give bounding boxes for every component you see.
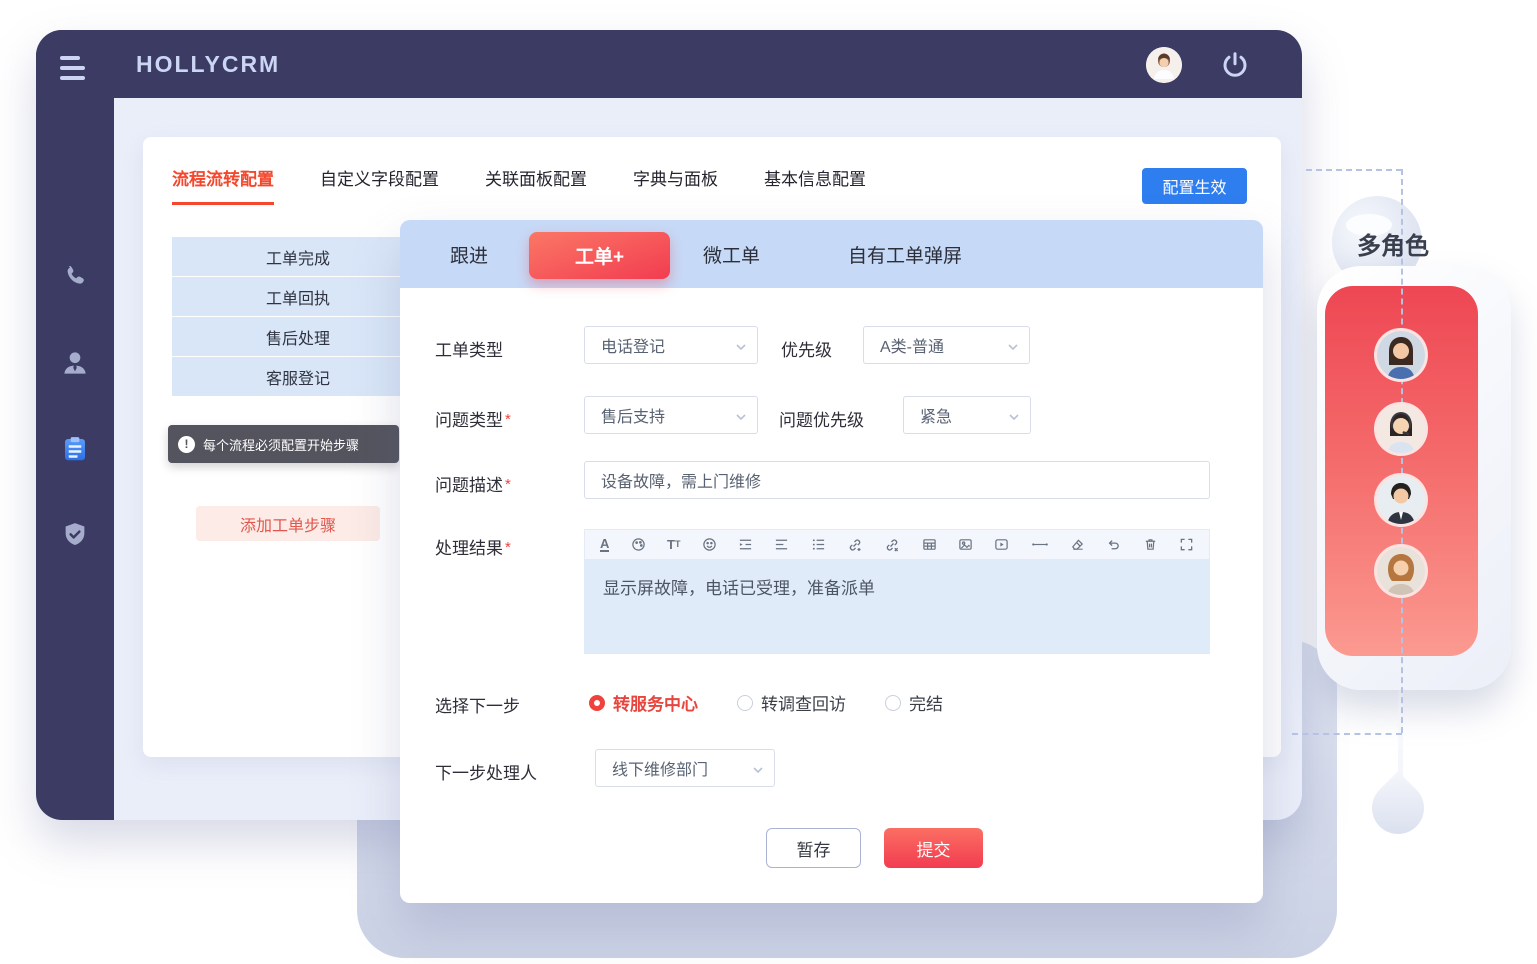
trash-icon[interactable]: [1143, 537, 1158, 552]
ticket-type-label: 工单类型: [435, 336, 503, 361]
indent-icon[interactable]: [738, 537, 753, 552]
issue-desc-label: 问题描述: [435, 471, 511, 496]
modal-tab-own-popup[interactable]: 自有工单弹屏: [848, 220, 962, 288]
radio-selected-icon: [589, 695, 605, 711]
radio-icon: [885, 695, 901, 711]
fullscreen-icon[interactable]: [1179, 537, 1194, 552]
role-avatar-4: [1374, 544, 1428, 598]
emoji-icon[interactable]: [702, 537, 717, 552]
modal-tab-ticket-active[interactable]: 工单+: [529, 232, 670, 279]
issue-priority-select[interactable]: 紧急: [903, 396, 1031, 434]
step-row-receipt[interactable]: 工单回执: [172, 277, 424, 316]
priority-label: 优先级: [781, 336, 832, 361]
phone-icon[interactable]: [58, 260, 92, 294]
menu-burger-icon[interactable]: [60, 56, 85, 80]
chevron-down-icon: [734, 340, 748, 354]
tab-linked-panel[interactable]: 关联面板配置: [485, 165, 587, 205]
chevron-down-icon: [734, 410, 748, 424]
image-icon[interactable]: [958, 537, 973, 552]
droplet-decoration: [1361, 771, 1435, 845]
role-avatar-3: [1374, 473, 1428, 527]
role-avatar-2: [1374, 402, 1428, 456]
table-icon[interactable]: [922, 537, 937, 552]
radio-service-center[interactable]: 转服务中心: [589, 690, 698, 715]
result-editor-body[interactable]: 显示屏故障，电话已受理，准备派单: [584, 559, 1210, 654]
result-label: 处理结果: [435, 534, 511, 559]
bullet-list-icon[interactable]: [811, 537, 826, 552]
font-size-icon[interactable]: TT: [667, 538, 680, 551]
next-step-radio-group: 转服务中心 转调查回访 完结: [589, 690, 943, 715]
undo-icon[interactable]: [1106, 537, 1121, 552]
apply-config-button[interactable]: 配置生效: [1142, 168, 1247, 204]
editor-toolbar: A TT: [584, 529, 1210, 559]
modal-tab-follow[interactable]: 跟进: [450, 220, 488, 288]
config-tab-bar: 流程流转配置 自定义字段配置 关联面板配置 字典与面板 基本信息配置: [172, 165, 866, 205]
issue-desc-input[interactable]: [584, 461, 1210, 499]
chevron-down-icon: [751, 763, 765, 777]
radio-finish[interactable]: 完结: [885, 690, 943, 715]
link-remove-icon[interactable]: [884, 537, 900, 553]
power-icon[interactable]: [1220, 50, 1250, 80]
save-draft-button[interactable]: 暂存: [766, 828, 861, 868]
flow-required-tooltip: ! 每个流程必须配置开始步骤: [168, 425, 399, 463]
add-step-button[interactable]: 添加工单步骤: [196, 506, 380, 541]
format-color-icon[interactable]: A: [600, 537, 609, 552]
shield-icon[interactable]: [58, 518, 92, 552]
brand-logo: HOLLYCRM: [136, 51, 280, 78]
submit-button[interactable]: 提交: [884, 828, 983, 868]
chevron-down-icon: [1006, 340, 1020, 354]
step-row-aftersale[interactable]: 售后处理: [172, 317, 424, 356]
issue-type-select[interactable]: 售后支持: [584, 396, 758, 434]
palette-icon[interactable]: [631, 537, 646, 552]
next-handler-select[interactable]: 线下维修部门: [595, 749, 775, 787]
modal-tab-micro-ticket[interactable]: 微工单: [703, 220, 760, 288]
customer-icon[interactable]: [58, 346, 92, 380]
worksheet-icon-active[interactable]: [58, 432, 92, 466]
result-editor[interactable]: A TT 显示屏故障，电话已受理，准备派单: [584, 529, 1210, 654]
dashed-line-bottom: [1292, 733, 1402, 735]
radio-icon: [737, 695, 753, 711]
tab-custom-fields[interactable]: 自定义字段配置: [320, 165, 439, 205]
ticket-type-select[interactable]: 电话登记: [584, 326, 758, 364]
divider-icon[interactable]: [1031, 537, 1049, 552]
role-avatar-1: [1374, 328, 1428, 382]
link-add-icon[interactable]: [847, 537, 863, 553]
chevron-down-icon: [1007, 410, 1021, 424]
workflow-step-list: 工单完成 工单回执 售后处理 客服登记: [172, 237, 424, 397]
next-step-label: 选择下一步: [435, 692, 520, 717]
radio-survey-callback[interactable]: 转调查回访: [737, 690, 846, 715]
tab-dictionary-panel[interactable]: 字典与面板: [633, 165, 718, 205]
step-row-complete[interactable]: 工单完成: [172, 237, 424, 276]
eraser-icon[interactable]: [1070, 537, 1085, 552]
issue-type-label: 问题类型: [435, 406, 511, 431]
video-icon[interactable]: [994, 537, 1009, 552]
ticket-modal: 跟进 工单+ 微工单 自有工单弹屏 工单类型 电话登记 优先级 A类-普通 问题…: [400, 220, 1263, 903]
priority-select[interactable]: A类-普通: [863, 326, 1030, 364]
issue-priority-label: 问题优先级: [779, 406, 864, 431]
multi-role-label: 多角色: [1357, 226, 1429, 261]
user-avatar[interactable]: [1146, 47, 1182, 83]
tab-flow-config[interactable]: 流程流转配置: [172, 165, 274, 205]
exclamation-icon: !: [178, 436, 195, 453]
dashed-line-top: [1306, 169, 1402, 171]
tab-basic-info[interactable]: 基本信息配置: [764, 165, 866, 205]
align-left-icon[interactable]: [774, 537, 789, 552]
next-handler-label: 下一步处理人: [435, 759, 537, 784]
step-row-register[interactable]: 客服登记: [172, 357, 424, 396]
